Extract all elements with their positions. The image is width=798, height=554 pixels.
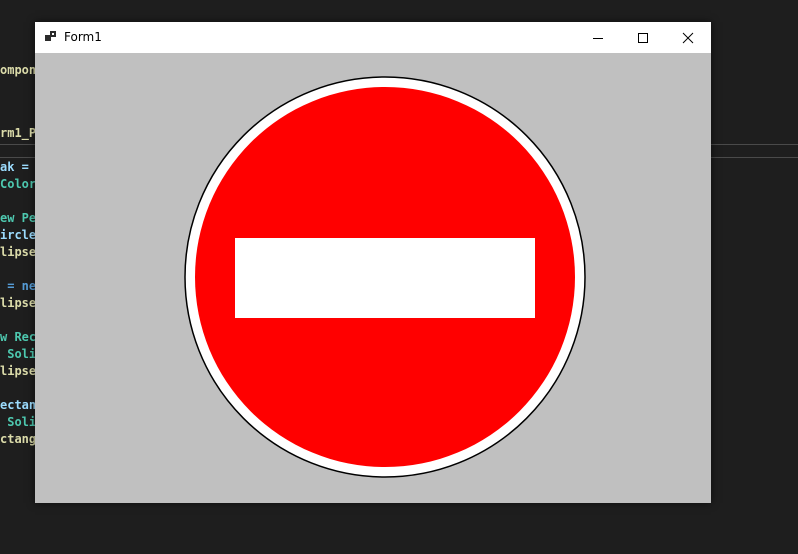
maximize-icon xyxy=(637,32,648,43)
code-line: ircle xyxy=(0,228,37,242)
form1-window[interactable]: Form1 xyxy=(35,22,711,503)
code-line: rm1_P xyxy=(0,126,37,140)
minimize-button[interactable] xyxy=(575,22,620,53)
code-line: w Rec xyxy=(0,330,37,344)
code-line: ctang xyxy=(0,432,37,446)
code-line: Soli xyxy=(0,347,37,361)
close-icon xyxy=(682,32,693,43)
code-line: lipse xyxy=(0,296,37,310)
code-line: Soli xyxy=(0,415,37,429)
code-line: ew Pe xyxy=(0,211,37,225)
code-line: ectan xyxy=(0,398,37,412)
no-entry-sign xyxy=(184,76,586,478)
window-title: Form1 xyxy=(64,30,102,44)
form-app-icon xyxy=(45,31,56,41)
sign-white-bar xyxy=(235,238,535,318)
code-line: = ne xyxy=(0,279,37,293)
close-button[interactable] xyxy=(665,22,710,53)
title-bar[interactable]: Form1 xyxy=(35,22,711,53)
code-line: Color xyxy=(0,177,37,191)
maximize-button[interactable] xyxy=(620,22,665,53)
code-line: ompon xyxy=(0,63,37,77)
minimize-icon xyxy=(592,37,603,39)
code-line: ak = xyxy=(0,160,29,174)
code-line: lipse xyxy=(0,364,37,378)
form-client-area[interactable] xyxy=(35,53,711,503)
code-line: lipse xyxy=(0,245,37,259)
